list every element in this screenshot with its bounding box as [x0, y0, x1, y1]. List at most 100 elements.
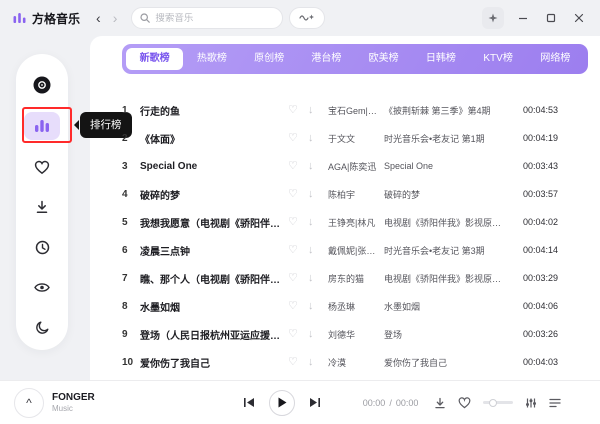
song-row[interactable]: 8 水墨如烟 ♡ ↓ 杨丞琳 水墨如烟 00:04:06: [122, 292, 588, 320]
song-index: 8: [122, 301, 140, 312]
minimize-button[interactable]: [514, 9, 532, 27]
sound-effect-button[interactable]: [525, 397, 537, 409]
volume-knob[interactable]: [489, 399, 497, 407]
sidebar-item-mv[interactable]: [29, 274, 55, 300]
search-box[interactable]: [131, 7, 283, 29]
song-artist[interactable]: 于文文: [328, 132, 384, 145]
search-input[interactable]: [155, 13, 265, 24]
close-icon: [574, 13, 584, 23]
song-album[interactable]: 破碎的梦: [384, 188, 510, 201]
song-album[interactable]: 时光音乐会•老友记 第1期: [384, 132, 510, 145]
like-icon[interactable]: ♡: [288, 161, 308, 172]
song-album[interactable]: 爱你伤了我自己: [384, 356, 510, 369]
playlist-button[interactable]: [549, 398, 561, 408]
like-icon[interactable]: ♡: [288, 301, 308, 312]
song-row[interactable]: 3 Special One ♡ ↓ AGA|陈奕迅 Special One 00…: [122, 152, 588, 180]
avatar[interactable]: ^: [14, 388, 44, 418]
song-album[interactable]: 电视剧《骄阳伴我》影视原声大碟: [384, 216, 510, 229]
song-duration: 00:03:29: [510, 273, 558, 283]
app-logo-icon: [12, 11, 27, 26]
like-icon[interactable]: ♡: [288, 273, 308, 284]
song-row[interactable]: 1 行走的鱼 ♡ ↓ 宝石Gem|李... 《披荆斩棘 第三季》第4期 00:0…: [122, 96, 588, 124]
song-artist[interactable]: 冷漠: [328, 356, 384, 369]
favorite-button[interactable]: [458, 397, 471, 409]
download-song-button[interactable]: [434, 397, 446, 409]
download-icon[interactable]: ↓: [308, 329, 328, 340]
tab-hot-songs[interactable]: 热歌榜: [183, 48, 240, 70]
like-icon[interactable]: ♡: [288, 217, 308, 228]
download-icon[interactable]: ↓: [308, 273, 328, 284]
heart-icon: [34, 160, 50, 175]
tab-new-songs[interactable]: 新歌榜: [126, 48, 183, 70]
song-album[interactable]: 登场: [384, 328, 510, 341]
song-artist[interactable]: 宝石Gem|李...: [328, 104, 384, 117]
song-row[interactable]: 7 瞧、那个人（电视剧《骄阳伴我》插曲） ♡ ↓ 房东的猫 电视剧《骄阳伴我》影…: [122, 264, 588, 292]
song-row[interactable]: 9 登场（人民日报杭州亚运应援曲） ♡ ↓ 刘德华 登场 00:03:26: [122, 320, 588, 348]
time-display: 00:00 / 00:00: [363, 398, 419, 408]
tab-western[interactable]: 欧美榜: [355, 48, 412, 70]
like-icon[interactable]: ♡: [288, 245, 308, 256]
maximize-button[interactable]: [542, 9, 560, 27]
song-duration: 00:04:03: [510, 357, 558, 367]
song-row[interactable]: 4 破碎的梦 ♡ ↓ 陈柏宇 破碎的梦 00:03:57: [122, 180, 588, 208]
song-artist[interactable]: 陈柏宇: [328, 188, 384, 201]
tab-original[interactable]: 原创榜: [241, 48, 298, 70]
sidebar-item-theme[interactable]: [29, 314, 55, 340]
volume-slider[interactable]: [483, 401, 513, 404]
song-album[interactable]: 时光音乐会•老友记 第3期: [384, 244, 510, 257]
download-icon[interactable]: ↓: [308, 189, 328, 200]
song-artist[interactable]: 刘德华: [328, 328, 384, 341]
download-icon: [434, 397, 446, 409]
sidebar-item-ranking[interactable]: [24, 112, 60, 140]
song-artist[interactable]: AGA|陈奕迅: [328, 160, 384, 173]
back-button[interactable]: ‹: [96, 11, 101, 25]
song-artist[interactable]: 戴佩妮|张智成: [328, 244, 384, 257]
song-index: 1: [122, 105, 140, 116]
sidebar-item-recent[interactable]: [29, 234, 55, 260]
song-album[interactable]: 电视剧《骄阳伴我》影视原声大碟: [384, 272, 510, 285]
download-icon[interactable]: ↓: [308, 133, 328, 144]
song-title: 《体面》: [140, 131, 288, 146]
tab-hk-tw[interactable]: 港台榜: [298, 48, 355, 70]
download-icon[interactable]: ↓: [308, 161, 328, 172]
song-album[interactable]: Special One: [384, 161, 510, 171]
player-right-controls: [434, 397, 561, 409]
music-recognition-button[interactable]: [289, 7, 325, 29]
tab-ktv[interactable]: KTV榜: [470, 48, 527, 70]
song-artist[interactable]: 杨丞琳: [328, 300, 384, 313]
download-icon[interactable]: ↓: [308, 301, 328, 312]
tab-jp-kr[interactable]: 日韩榜: [412, 48, 469, 70]
song-album[interactable]: 水墨如烟: [384, 300, 510, 313]
play-button[interactable]: [269, 390, 295, 416]
download-icon[interactable]: ↓: [308, 105, 328, 116]
song-row[interactable]: 10 爱你伤了我自己 ♡ ↓ 冷漠 爱你伤了我自己 00:04:03: [122, 348, 588, 376]
forward-button[interactable]: ›: [113, 11, 118, 25]
play-icon: [277, 397, 287, 408]
download-icon[interactable]: ↓: [308, 217, 328, 228]
song-row[interactable]: 6 凌晨三点钟 ♡ ↓ 戴佩妮|张智成 时光音乐会•老友记 第3期 00:04:…: [122, 236, 588, 264]
sidebar-item-music[interactable]: [29, 72, 55, 98]
app-logo: 方格音乐: [12, 10, 80, 27]
like-icon[interactable]: ♡: [288, 189, 308, 200]
song-artist[interactable]: 房东的猫: [328, 272, 384, 285]
like-icon[interactable]: ♡: [288, 133, 308, 144]
player-bar: ^ FONGER Music: [0, 380, 600, 424]
song-album[interactable]: 《披荆斩棘 第三季》第4期: [384, 104, 510, 117]
song-index: 7: [122, 273, 140, 284]
sidebar-item-downloads[interactable]: [29, 194, 55, 220]
search-icon: [140, 13, 150, 23]
tab-network[interactable]: 网络榜: [527, 48, 584, 70]
download-icon[interactable]: ↓: [308, 357, 328, 368]
next-button[interactable]: [309, 397, 321, 408]
like-icon[interactable]: ♡: [288, 329, 308, 340]
like-icon[interactable]: ♡: [288, 105, 308, 116]
close-button[interactable]: [570, 9, 588, 27]
song-artist[interactable]: 王铮亮|林凡: [328, 216, 384, 229]
song-row[interactable]: 5 我想我愿意（电视剧《骄阳伴我》插曲） ♡ ↓ 王铮亮|林凡 电视剧《骄阳伴我…: [122, 208, 588, 236]
like-icon[interactable]: ♡: [288, 357, 308, 368]
song-row[interactable]: 2 《体面》 ♡ ↓ 于文文 时光音乐会•老友记 第1期 00:04:19: [122, 124, 588, 152]
download-icon[interactable]: ↓: [308, 245, 328, 256]
skin-button[interactable]: [482, 7, 504, 29]
sidebar-item-favorites[interactable]: [29, 154, 55, 180]
previous-button[interactable]: [243, 397, 255, 408]
